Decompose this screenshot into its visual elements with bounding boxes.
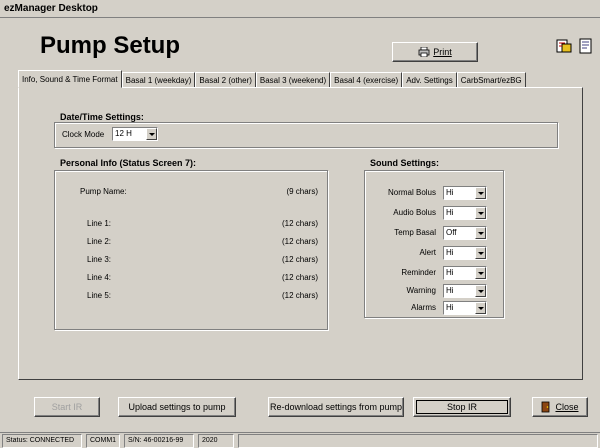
status-serial: S/N: 46-00216-99: [124, 434, 194, 448]
line-2-hint: (12 chars): [281, 237, 318, 246]
window-titlebar: ezManager Desktop: [0, 0, 600, 18]
start-ir-button[interactable]: Start IR: [34, 397, 100, 417]
alarms-label: Alarms: [411, 303, 436, 312]
reminder-select[interactable]: Hi: [443, 266, 487, 280]
line-4-label: Line 4:: [87, 273, 112, 282]
normal-bolus-select[interactable]: Hi: [443, 186, 487, 200]
tab-basal-1[interactable]: Basal 1 (weekday): [121, 72, 196, 88]
line-3-label: Line 3:: [87, 255, 112, 264]
warning-value: Hi: [446, 286, 454, 295]
warning-label: Warning: [406, 286, 437, 295]
line-5-hint: (12 chars): [281, 291, 318, 300]
reminder-label: Reminder: [401, 268, 436, 277]
close-label: Close: [555, 402, 579, 412]
temp-basal-select[interactable]: Off: [443, 226, 487, 240]
pump-name-label: Pump Name:: [80, 187, 127, 196]
audio-bolus-label: Audio Bolus: [393, 208, 436, 217]
tab-basal-4[interactable]: Basal 4 (exercise): [330, 72, 403, 88]
line-3-hint: (12 chars): [281, 255, 318, 264]
line-2-label: Line 2:: [87, 237, 112, 246]
sound-title: Sound Settings:: [370, 158, 439, 168]
status-port: COMM1: [86, 434, 120, 448]
line-1-hint: (12 chars): [281, 219, 318, 228]
chevron-down-icon[interactable]: [475, 267, 486, 279]
door-icon: [542, 401, 550, 413]
clock-mode-value: 12 H: [115, 129, 132, 138]
redownload-settings-button[interactable]: Re-download settings from pump: [268, 397, 404, 417]
printer-icon: [418, 47, 430, 57]
chevron-down-icon[interactable]: [475, 207, 486, 219]
audio-bolus-select[interactable]: Hi: [443, 206, 487, 220]
chevron-down-icon[interactable]: [475, 187, 486, 199]
tab-basal-2[interactable]: Basal 2 (other): [195, 72, 256, 88]
tab-basal-3[interactable]: Basal 3 (weekend): [255, 72, 331, 88]
tab-info-sound-time[interactable]: Info, Sound & Time Format: [18, 70, 122, 88]
document-icon[interactable]: [578, 38, 594, 54]
close-button[interactable]: Close: [532, 397, 588, 417]
line-5-label: Line 5:: [87, 291, 112, 300]
stop-ir-button[interactable]: Stop IR: [413, 397, 511, 417]
window-title: ezManager Desktop: [4, 3, 98, 14]
chevron-down-icon[interactable]: [475, 227, 486, 239]
alert-label: Alert: [419, 248, 436, 257]
status-connection: Status: CONNECTED: [2, 434, 82, 448]
status-bar: Status: CONNECTED COMM1 S/N: 46-00216-99…: [0, 432, 600, 448]
datetime-title: Date/Time Settings:: [60, 112, 144, 122]
clock-mode-select[interactable]: 12 H: [112, 127, 158, 141]
warning-select[interactable]: Hi: [443, 284, 487, 298]
tab-adv-settings[interactable]: Adv. Settings: [402, 72, 457, 88]
clock-mode-label: Clock Mode: [62, 130, 105, 139]
chevron-down-icon[interactable]: [146, 128, 157, 140]
print-button[interactable]: Print: [392, 42, 478, 62]
pump-name-hint: (9 chars): [286, 187, 318, 196]
status-empty: [238, 434, 598, 448]
page-title: Pump Setup: [40, 32, 181, 59]
tab-strip: Info, Sound & Time Format Basal 1 (weekd…: [18, 70, 526, 88]
line-1-label: Line 1:: [87, 219, 112, 228]
personal-title: Personal Info (Status Screen 7):: [60, 158, 197, 168]
chevron-down-icon[interactable]: [475, 302, 486, 314]
alert-select[interactable]: Hi: [443, 246, 487, 260]
tab-carbsmart-ezbg[interactable]: CarbSmart/ezBG: [456, 72, 526, 88]
upload-settings-button[interactable]: Upload settings to pump: [118, 397, 236, 417]
export-icon[interactable]: [556, 38, 572, 54]
chevron-down-icon[interactable]: [475, 285, 486, 297]
alarms-value: Hi: [446, 303, 454, 312]
line-4-hint: (12 chars): [281, 273, 318, 282]
alert-value: Hi: [446, 248, 454, 257]
temp-basal-label: Temp Basal: [394, 228, 436, 237]
temp-basal-value: Off: [446, 228, 457, 237]
print-label: Print: [433, 47, 452, 57]
chevron-down-icon[interactable]: [475, 247, 486, 259]
reminder-value: Hi: [446, 268, 454, 277]
audio-bolus-value: Hi: [446, 208, 454, 217]
alarms-select[interactable]: Hi: [443, 301, 487, 315]
status-model: 2020: [198, 434, 234, 448]
normal-bolus-label: Normal Bolus: [387, 188, 436, 197]
normal-bolus-value: Hi: [446, 188, 454, 197]
